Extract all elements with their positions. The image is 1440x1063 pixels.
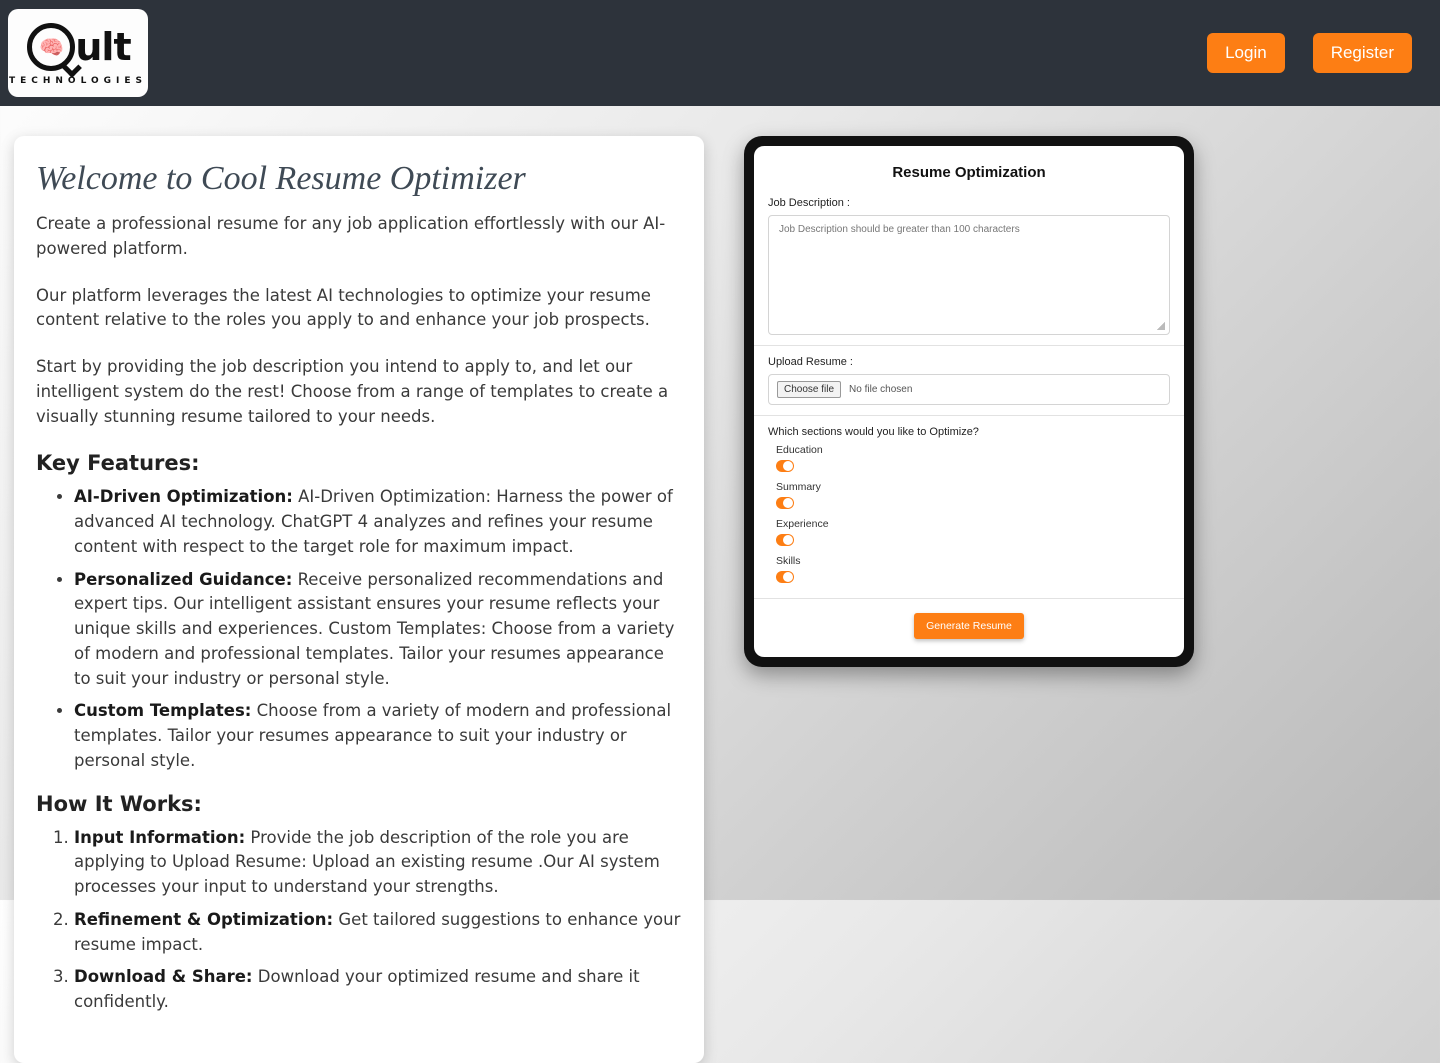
features-list: AI-Driven Optimization: AI-Driven Optimi… — [36, 485, 682, 773]
jd-label: Job Description : — [768, 197, 1170, 209]
step-label: Download & Share: — [74, 967, 253, 986]
divider — [754, 415, 1184, 416]
intro-paragraph-3: Start by providing the job description y… — [36, 355, 682, 429]
section-label: Education — [776, 444, 1170, 456]
how-heading: How It Works: — [36, 792, 682, 816]
intro-paragraph-2: Our platform leverages the latest AI tec… — [36, 284, 682, 334]
job-description-textarea[interactable]: Job Description should be greater than 1… — [768, 215, 1170, 335]
list-item: AI-Driven Optimization: AI-Driven Optimi… — [74, 485, 682, 559]
how-list: Input Information: Provide the job descr… — [36, 826, 682, 1015]
brand-logo: 🧠 ult TECHNOLOGIES — [8, 9, 148, 97]
section-label: Summary — [776, 481, 1170, 493]
divider — [754, 345, 1184, 346]
feature-label: Personalized Guidance: — [74, 570, 292, 589]
form-title: Resume Optimization — [768, 164, 1170, 181]
intro-paragraph-1: Create a professional resume for any job… — [36, 212, 682, 262]
form-preview-device: Resume Optimization Job Description : Jo… — [744, 136, 1194, 667]
section-toggle-row: Skills — [776, 555, 1170, 588]
feature-label: AI-Driven Optimization: — [74, 487, 293, 506]
upload-label: Upload Resume : — [768, 356, 1170, 368]
list-item: Custom Templates: Choose from a variety … — [74, 699, 682, 773]
generate-resume-button[interactable]: Generate Resume — [914, 613, 1024, 639]
optimize-question: Which sections would you like to Optimiz… — [768, 426, 1170, 438]
section-toggle-row: Experience — [776, 518, 1170, 551]
divider — [754, 598, 1184, 599]
upload-resume-input[interactable]: Choose file No file chosen — [768, 374, 1170, 405]
section-label: Skills — [776, 555, 1170, 567]
register-button[interactable]: Register — [1313, 33, 1412, 73]
login-button[interactable]: Login — [1207, 33, 1285, 73]
features-heading: Key Features: — [36, 451, 682, 475]
list-item: Refinement & Optimization: Get tailored … — [74, 908, 682, 958]
experience-toggle[interactable] — [776, 534, 794, 546]
feature-label: Custom Templates: — [74, 701, 251, 720]
section-toggle-row: Summary — [776, 481, 1170, 514]
list-item: Input Information: Provide the job descr… — [74, 826, 682, 900]
brand-name: ult — [75, 28, 130, 66]
choose-file-button[interactable]: Choose file — [777, 381, 841, 398]
section-toggle-row: Education — [776, 444, 1170, 477]
welcome-card: Welcome to Cool Resume Optimizer Create … — [14, 136, 704, 1063]
jd-placeholder: Job Description should be greater than 1… — [779, 224, 1020, 235]
section-label: Experience — [776, 518, 1170, 530]
list-item: Personalized Guidance: Receive personali… — [74, 568, 682, 692]
brand-subtitle: TECHNOLOGIES — [9, 77, 147, 86]
app-header: 🧠 ult TECHNOLOGIES Login Register — [0, 0, 1440, 106]
step-label: Input Information: — [74, 828, 245, 847]
page-title: Welcome to Cool Resume Optimizer — [36, 160, 682, 198]
logo-q-icon: 🧠 — [25, 21, 77, 73]
list-item: Download & Share: Download your optimize… — [74, 965, 682, 1015]
no-file-text: No file chosen — [849, 384, 912, 395]
education-toggle[interactable] — [776, 460, 794, 472]
summary-toggle[interactable] — [776, 497, 794, 509]
skills-toggle[interactable] — [776, 571, 794, 583]
step-label: Refinement & Optimization: — [74, 910, 333, 929]
form-preview-screen: Resume Optimization Job Description : Jo… — [754, 146, 1184, 657]
